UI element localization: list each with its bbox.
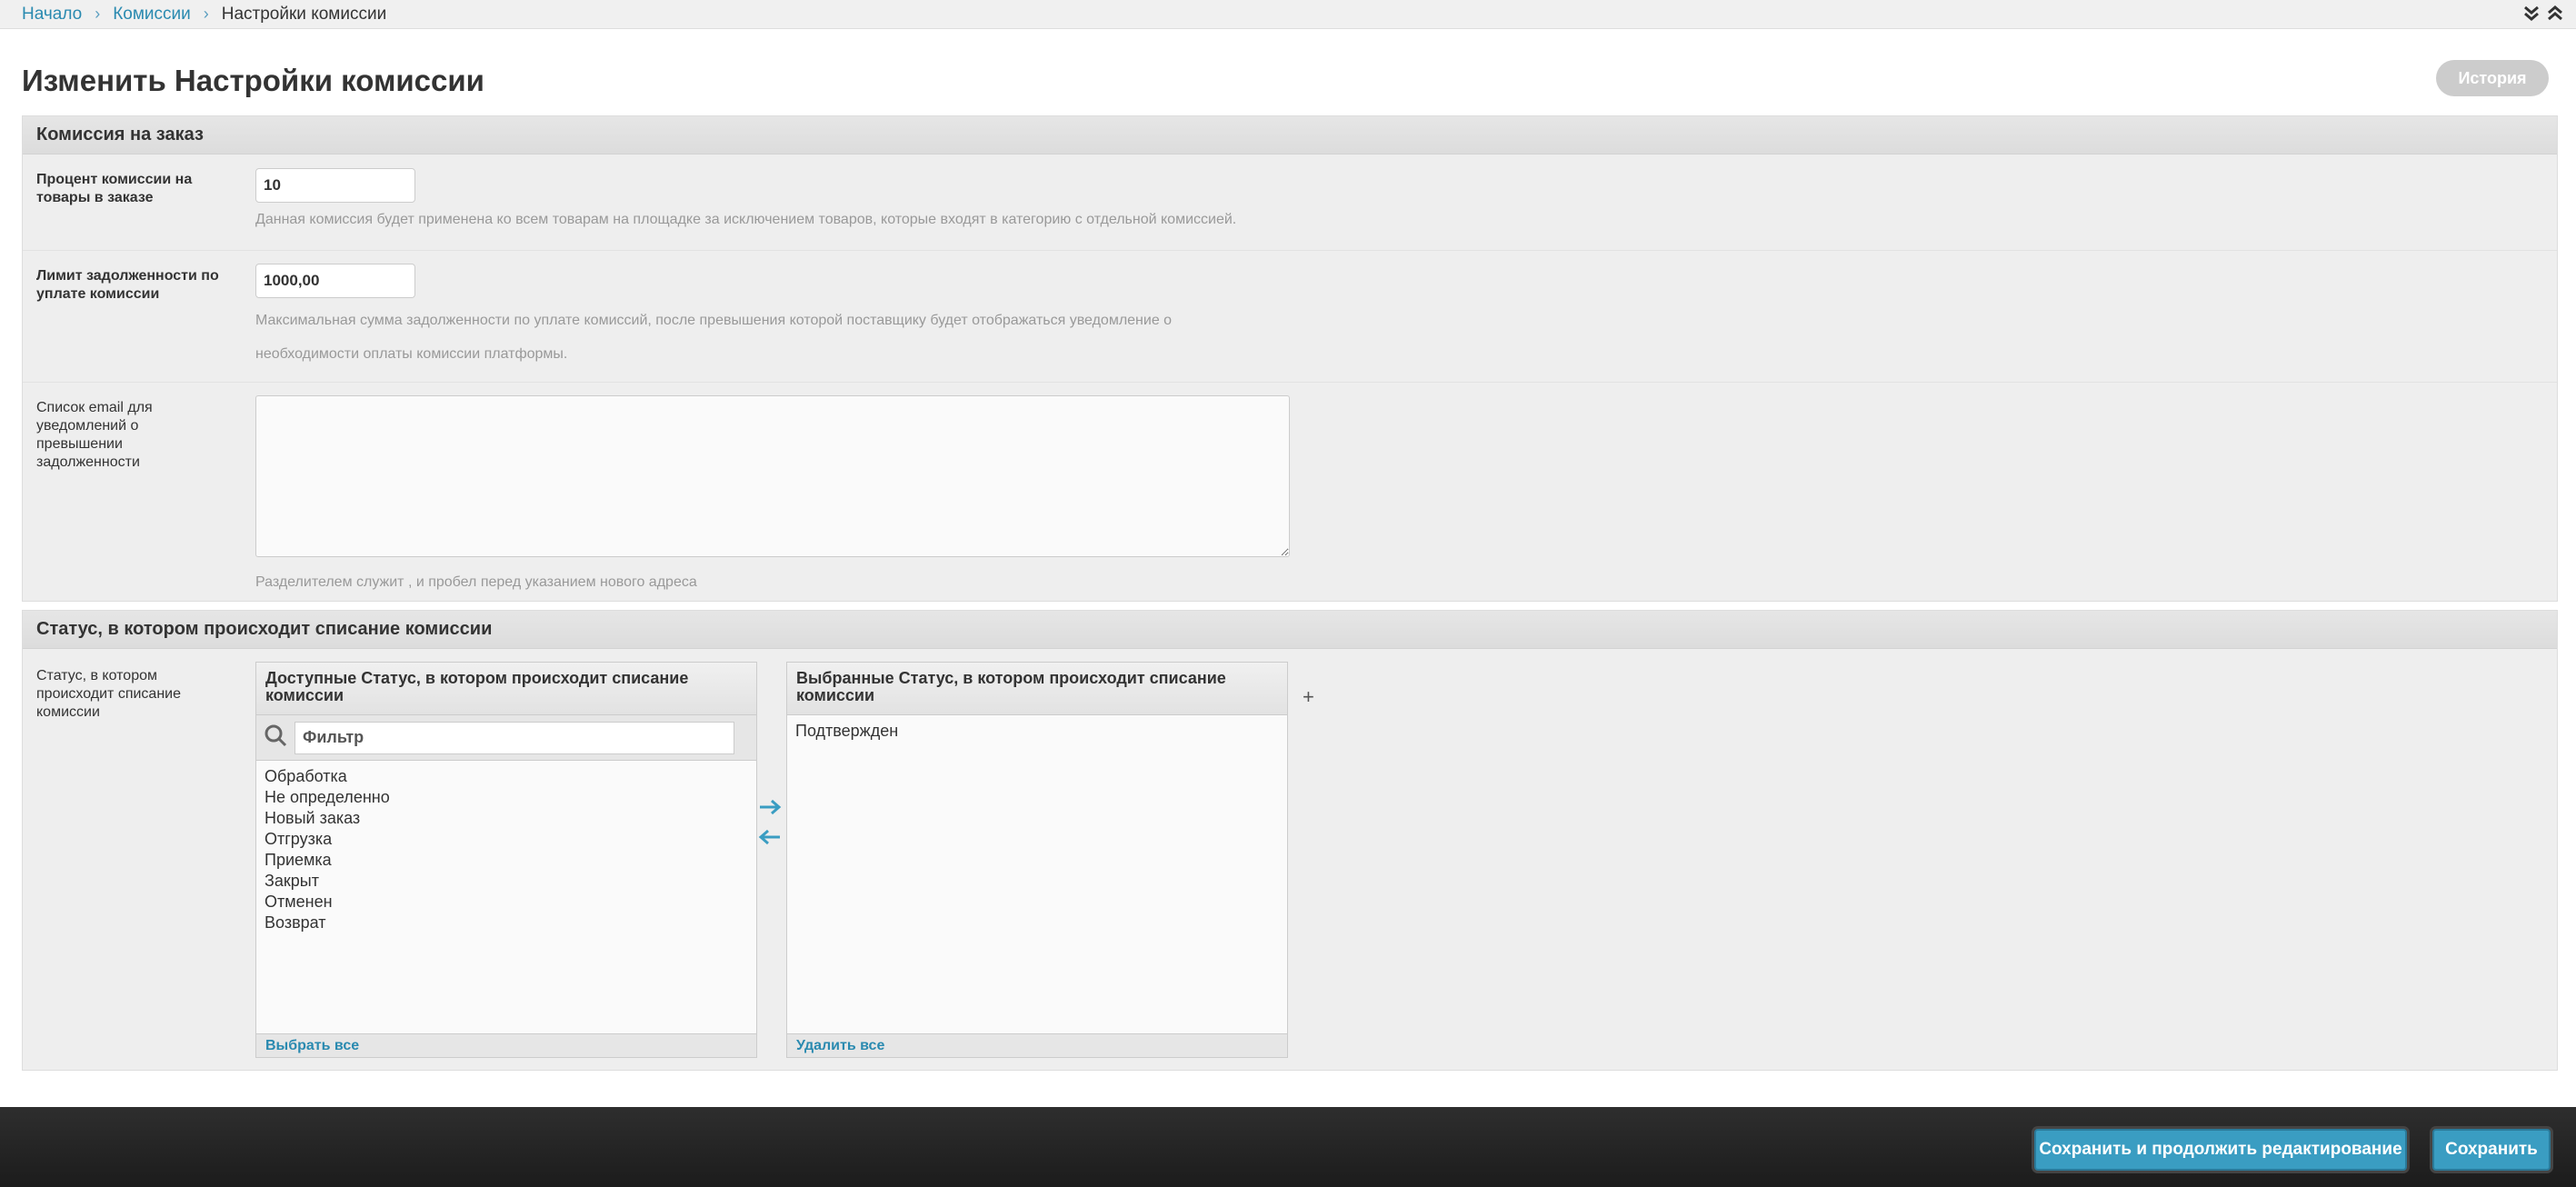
breadcrumb: Начало › Комиссии › Настройки комиссии xyxy=(0,0,2576,29)
form-row-percent: Процент комиссии на товары в заказе Данн… xyxy=(23,155,2557,251)
chevron-right-icon: › xyxy=(203,5,209,23)
fieldset-header: Статус, в котором происходит списание ко… xyxy=(23,611,2557,649)
emails-help-text: Разделителем служит , и пробел перед ука… xyxy=(255,574,697,590)
chooser-arrows xyxy=(757,798,783,851)
arrow-right-icon[interactable] xyxy=(757,798,783,821)
emails-textarea[interactable] xyxy=(255,395,1290,557)
list-item[interactable]: Отменен xyxy=(265,892,748,913)
choose-all-link[interactable]: Выбрать все xyxy=(256,1033,756,1057)
remove-all-link[interactable]: Удалить все xyxy=(787,1033,1287,1057)
limit-help-text-line2: необходимости оплаты комиссии платформы. xyxy=(255,346,568,362)
submit-row: Сохранить и продолжить редактирование Со… xyxy=(0,1107,2576,1187)
add-related-icon[interactable]: + xyxy=(1303,685,1314,709)
filter-input[interactable]: Фильтр xyxy=(295,721,734,754)
limit-label: Лимит задолженности по уплате комиссии xyxy=(36,268,219,302)
list-item[interactable]: Приемка xyxy=(265,850,748,871)
collapse-all-icon[interactable] xyxy=(2547,4,2563,24)
save-and-continue-button[interactable]: Сохранить и продолжить редактирование xyxy=(2034,1129,2407,1171)
list-item[interactable]: Обработка xyxy=(265,766,748,787)
selector-chosen: Выбранные Статус, в котором происходит с… xyxy=(786,662,1288,1058)
list-item[interactable]: Не определенно xyxy=(265,787,748,808)
list-item[interactable]: Подтвержден xyxy=(795,721,1279,742)
arrow-left-icon[interactable] xyxy=(757,828,783,851)
selector-filter: Фильтр xyxy=(256,715,756,761)
available-options-list[interactable]: Обработка Не определенно Новый заказ Отг… xyxy=(256,761,756,939)
breadcrumb-current: Настройки комиссии xyxy=(221,4,387,24)
collapse-controls xyxy=(2523,4,2563,24)
limit-input[interactable] xyxy=(255,264,415,298)
limit-help-text-line1: Максимальная сумма задолженности по упла… xyxy=(255,313,1173,328)
page-title: Изменить Настройки комиссии xyxy=(22,64,484,97)
selector-available-title: Доступные Статус, в котором происходит с… xyxy=(256,663,756,715)
selector-chosen-title: Выбранные Статус, в котором происходит с… xyxy=(787,663,1287,715)
fieldset-status: Статус, в котором происходит списание ко… xyxy=(22,610,2558,1071)
percent-input[interactable] xyxy=(255,168,415,203)
expand-all-icon[interactable] xyxy=(2523,4,2540,24)
breadcrumb-commissions-link[interactable]: Комиссии xyxy=(113,5,191,25)
list-item[interactable]: Отгрузка xyxy=(265,829,748,850)
form-row-emails: Список email для уведомлений о превышени… xyxy=(23,383,2557,601)
fieldset-order-commission: Комиссия на заказ Процент комиссии на то… xyxy=(22,115,2558,602)
form-row-status: Статус, в котором происходит списание ко… xyxy=(23,649,2557,1070)
breadcrumb-home-link[interactable]: Начало xyxy=(22,5,82,25)
search-icon xyxy=(264,723,287,752)
chosen-options-list[interactable]: Подтвержден xyxy=(787,715,1287,747)
percent-label: Процент комиссии на товары в заказе xyxy=(36,172,193,205)
form-row-limit: Лимит задолженности по уплате комиссии М… xyxy=(23,251,2557,383)
chevron-right-icon: › xyxy=(95,5,101,23)
selector-available: Доступные Статус, в котором происходит с… xyxy=(255,662,757,1058)
fieldset-header: Комиссия на заказ xyxy=(23,116,2557,155)
status-label: Статус, в котором происходит списание ко… xyxy=(36,668,181,720)
list-item[interactable]: Новый заказ xyxy=(265,808,748,829)
emails-label: Список email для уведомлений о превышени… xyxy=(36,400,153,470)
percent-help-text: Данная комиссия будет применена ко всем … xyxy=(255,212,1237,227)
save-button[interactable]: Сохранить xyxy=(2432,1129,2551,1171)
history-button[interactable]: История xyxy=(2436,60,2549,96)
list-item[interactable]: Возврат xyxy=(265,913,748,933)
list-item[interactable]: Закрыт xyxy=(265,871,748,892)
